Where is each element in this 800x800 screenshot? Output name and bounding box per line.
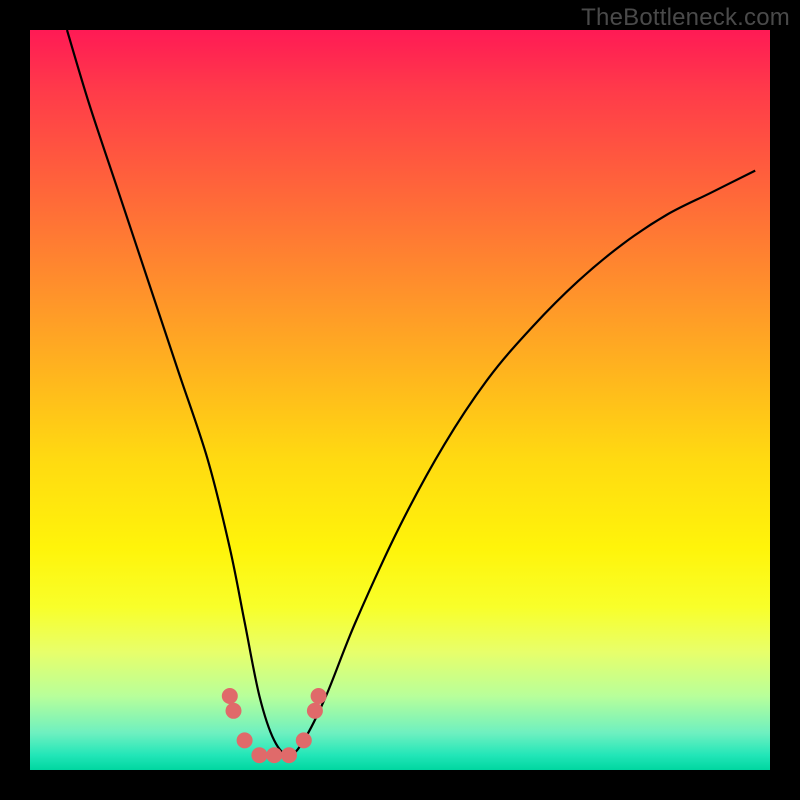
dot — [226, 703, 242, 719]
dot — [251, 747, 267, 763]
dot — [296, 732, 312, 748]
plot-area — [30, 30, 770, 770]
dot — [307, 703, 323, 719]
outer-frame: TheBottleneck.com — [0, 0, 800, 800]
attribution-text: TheBottleneck.com — [581, 4, 790, 32]
dot — [311, 688, 327, 704]
dot — [237, 732, 253, 748]
dot — [266, 747, 282, 763]
dot — [281, 747, 297, 763]
bottleneck-curve — [67, 30, 755, 755]
chart-svg — [30, 30, 770, 770]
dot — [222, 688, 238, 704]
